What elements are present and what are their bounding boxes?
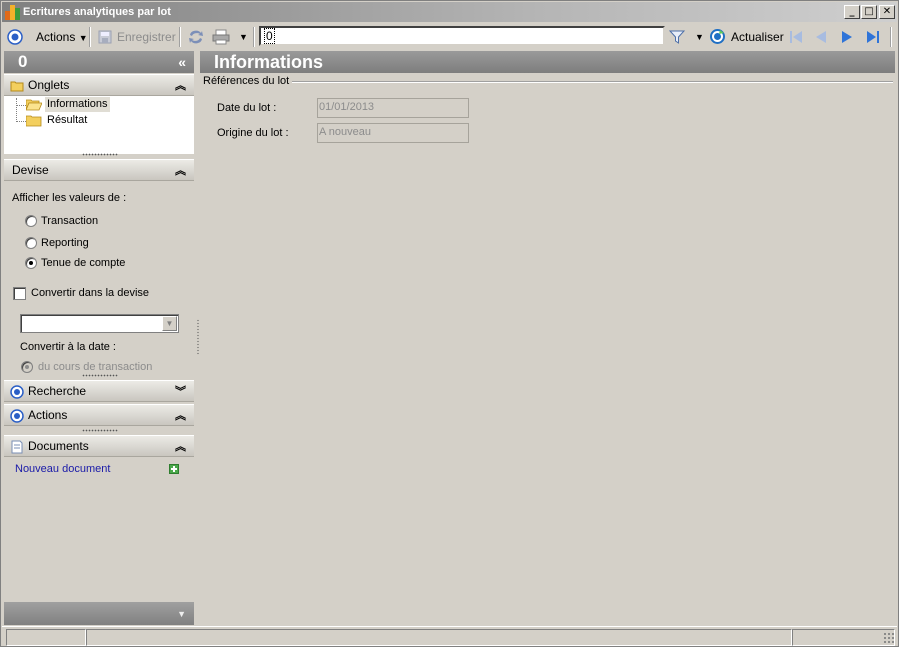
devise-section-body: Afficher les valeurs de : Transaction Re… [4, 184, 194, 379]
tree-item-label: Résultat [47, 114, 88, 126]
app-icon [5, 5, 21, 20]
last-record-icon[interactable] [864, 28, 882, 46]
panel-splitter[interactable] [197, 319, 199, 355]
tabs-section-title: Onglets [28, 78, 70, 92]
actions-circle-icon [10, 409, 24, 423]
application-window: Ecritures analytiques par lot _ □ ✕ Acti… [0, 0, 899, 647]
group-divider [292, 81, 893, 83]
actions-section-title: Actions [28, 408, 68, 422]
toolbar: Actions ▼ Enregistrer ▼ 0 ▼ Actualiser [2, 24, 897, 50]
search-input-value: 0 [264, 28, 275, 44]
radio-transaction-label: Transaction [41, 215, 99, 227]
status-panel [792, 629, 895, 646]
record-count: 0 [18, 52, 28, 71]
search-circle-icon [10, 385, 24, 399]
refresh-button[interactable]: Actualiser [731, 28, 784, 46]
collapse-panel-button[interactable]: « [178, 54, 186, 70]
page-title: Informations [200, 51, 895, 73]
folder-icon [10, 81, 24, 92]
currency-select[interactable]: ▼ [20, 314, 179, 333]
tree-item-label: Informations [45, 97, 110, 112]
print-icon[interactable] [212, 29, 230, 45]
resize-grip-icon[interactable] [883, 632, 895, 644]
print-dropdown-arrow-icon[interactable]: ▼ [239, 28, 248, 46]
radio-transaction[interactable] [25, 215, 37, 227]
status-bar [2, 626, 897, 646]
section-resize-grip[interactable] [82, 153, 118, 156]
collapse-up-icon[interactable]: ︽ [175, 405, 186, 426]
radio-tenue-de-compte-label: Tenue de compte [41, 257, 126, 269]
batch-origin-label: Origine du lot : [217, 127, 289, 139]
collapse-up-icon[interactable]: ︽ [175, 160, 186, 181]
search-input[interactable]: 0 [259, 26, 665, 46]
chevron-down-icon[interactable]: ▼ [162, 316, 177, 331]
convert-currency-checkbox[interactable] [13, 287, 26, 300]
status-panel [86, 629, 792, 646]
save-button[interactable]: Enregistrer [117, 28, 176, 46]
documents-section-header[interactable]: Documents ︽ [4, 435, 194, 457]
devise-section-title: Devise [12, 163, 49, 177]
document-icon [11, 440, 23, 454]
tabs-tree: Informations Résultat [4, 96, 194, 154]
refresh-icon[interactable] [709, 28, 726, 45]
toolbar-separator [179, 27, 181, 47]
minimize-button[interactable]: _ [844, 5, 860, 19]
close-button[interactable]: ✕ [879, 5, 895, 19]
search-section-header[interactable]: Recherche ︾ [4, 380, 194, 402]
dropdown-arrow-icon: ▼ [78, 33, 88, 43]
batch-date-label: Date du lot : [217, 102, 277, 114]
radio-tenue-de-compte[interactable] [25, 257, 37, 269]
folder-icon [26, 115, 42, 127]
batch-origin-field[interactable]: A nouveau [317, 123, 469, 143]
radio-transaction-rate-label: du cours de transaction [38, 361, 153, 373]
actions-circle-icon[interactable] [7, 29, 23, 45]
devise-section-header[interactable]: Devise ︽ [4, 159, 194, 181]
filter-dropdown-arrow-icon[interactable]: ▼ [695, 28, 704, 46]
toolbar-separator [890, 27, 892, 47]
new-document-link[interactable]: Nouveau document [15, 463, 110, 475]
actions-menu-button[interactable]: Actions ▼ [36, 28, 88, 46]
expand-down-icon[interactable]: ︾ [175, 381, 186, 402]
collapse-up-icon[interactable]: ︽ [175, 75, 186, 96]
filter-icon[interactable] [669, 29, 685, 45]
chevron-down-icon[interactable]: ▼ [177, 609, 186, 619]
radio-reporting-label: Reporting [41, 237, 89, 249]
first-record-icon[interactable] [787, 28, 805, 46]
convert-currency-label: Convertir dans la devise [31, 287, 150, 299]
save-icon [98, 30, 112, 44]
next-record-icon[interactable] [838, 28, 856, 46]
toolbar-separator [253, 27, 255, 47]
collapse-up-icon[interactable]: ︽ [175, 436, 186, 457]
title-bar[interactable]: Ecritures analytiques par lot _ □ ✕ [2, 2, 897, 22]
group-title: Références du lot [203, 75, 290, 87]
left-panel: 0 « Onglets ︽ Informations Résultat Devi… [4, 51, 194, 625]
window-title: Ecritures analytiques par lot [23, 6, 171, 18]
add-icon[interactable] [169, 464, 179, 474]
documents-section-title: Documents [28, 439, 89, 453]
left-panel-header: 0 « [4, 51, 194, 73]
section-resize-grip[interactable] [82, 374, 118, 377]
actions-menu-label: Actions [36, 30, 76, 44]
section-resize-grip[interactable] [82, 429, 118, 432]
show-values-label: Afficher les valeurs de : [12, 192, 127, 204]
batch-date-field[interactable]: 01/01/2013 [317, 98, 469, 118]
search-section-title: Recherche [28, 384, 87, 398]
convert-date-label: Convertir à la date : [20, 341, 116, 353]
maximize-button[interactable]: □ [861, 5, 877, 19]
left-panel-footer[interactable]: ▼ [4, 602, 194, 625]
actions-section-header[interactable]: Actions ︽ [4, 404, 194, 426]
sync-icon[interactable] [187, 29, 205, 45]
radio-reporting[interactable] [25, 237, 37, 249]
previous-record-icon[interactable] [812, 28, 830, 46]
tabs-section-header[interactable]: Onglets ︽ [4, 74, 194, 96]
radio-transaction-rate[interactable] [21, 361, 33, 373]
status-panel [6, 629, 86, 646]
toolbar-separator [89, 27, 91, 47]
open-folder-icon [26, 99, 42, 111]
main-content: Informations Références du lot Date du l… [200, 51, 895, 625]
